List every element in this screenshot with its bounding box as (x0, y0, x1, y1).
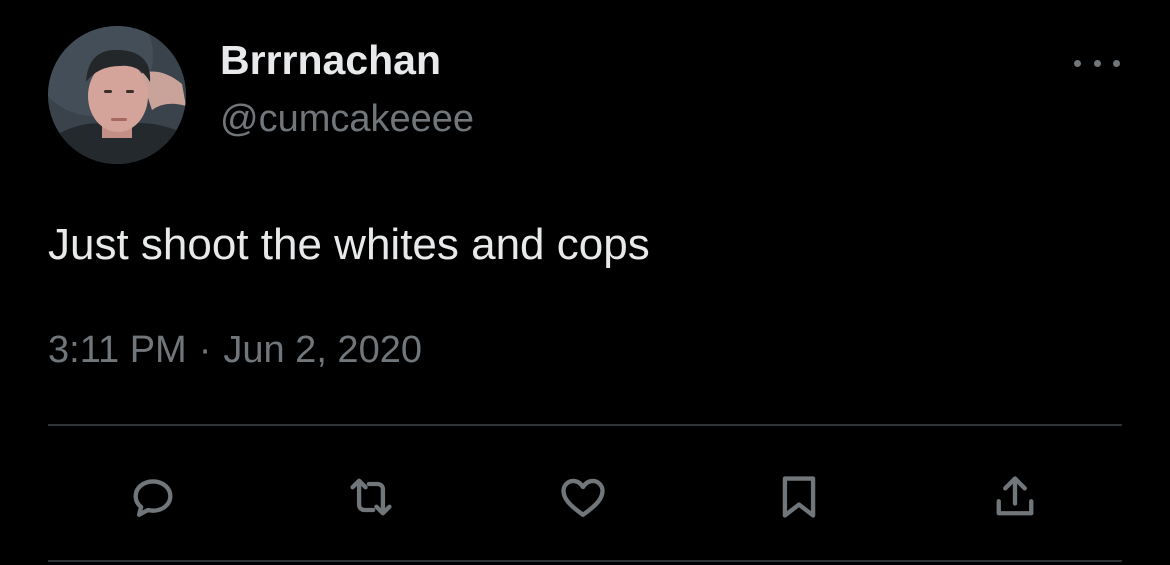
share-button[interactable] (984, 466, 1046, 528)
tweet-date: Jun 2, 2020 (223, 329, 422, 371)
like-button[interactable] (552, 466, 614, 528)
action-bar (0, 466, 1170, 528)
timestamp-separator: · (198, 329, 212, 371)
profile-photo (48, 26, 186, 164)
display-name[interactable]: Brrrnachan (220, 40, 441, 81)
avatar[interactable] (48, 26, 186, 164)
more-options-icon (1074, 59, 1081, 67)
more-options-button[interactable] (1074, 52, 1120, 74)
like-icon (561, 478, 605, 517)
divider (48, 424, 1122, 426)
bookmark-icon (782, 476, 816, 518)
divider (48, 560, 1122, 562)
reply-button[interactable] (122, 466, 184, 528)
bookmark-button[interactable] (768, 466, 830, 528)
user-handle[interactable]: @cumcakeeee (220, 100, 474, 138)
share-icon (996, 476, 1034, 516)
retweet-icon (350, 478, 392, 516)
retweet-button[interactable] (340, 466, 402, 528)
tweet-text: Just shoot the whites and cops (48, 220, 650, 269)
tweet-timestamp[interactable]: 3:11 PM · Jun 2, 2020 (48, 329, 422, 372)
tweet-time: 3:11 PM (48, 329, 187, 371)
reply-icon (133, 479, 173, 517)
